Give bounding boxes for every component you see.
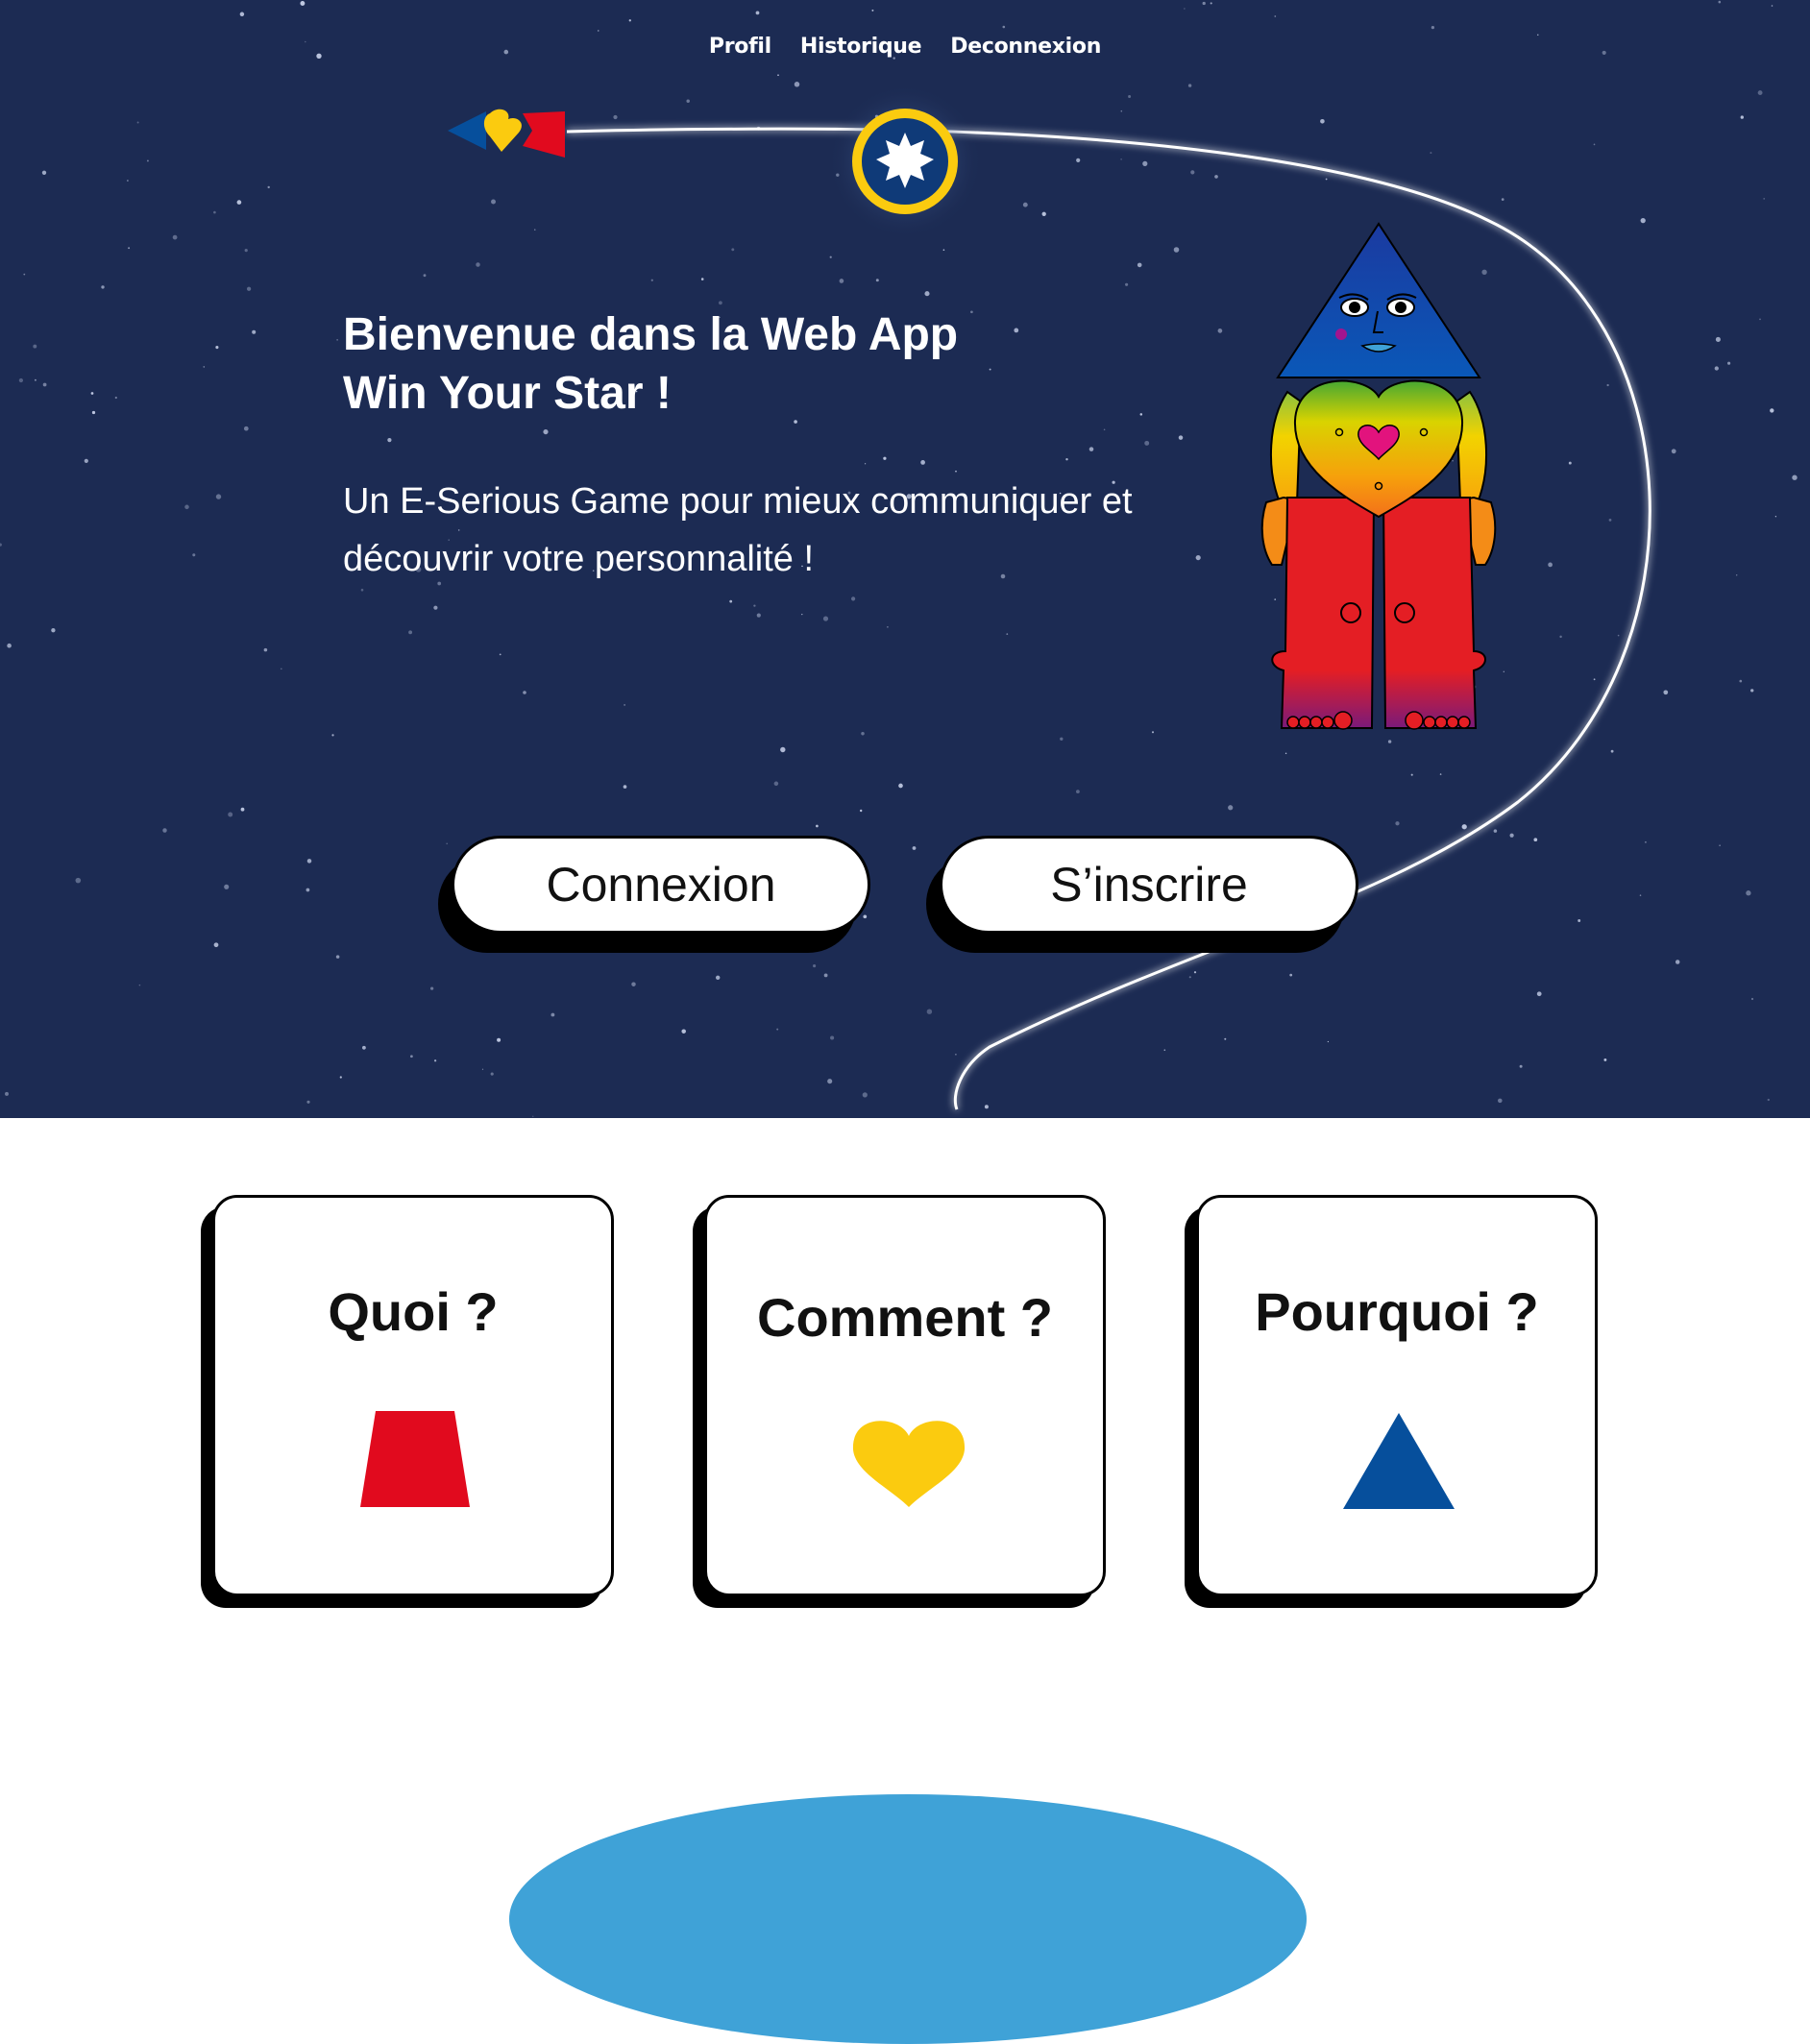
card-pourquoi-title: Pourquoi ?: [1255, 1281, 1539, 1342]
blue-triangle-icon: [1343, 1413, 1455, 1509]
yellow-heart-icon: [852, 1421, 966, 1507]
nav-profil[interactable]: Profil: [709, 35, 771, 59]
hero-title-line1: Bienvenue dans la Web App: [343, 309, 959, 360]
red-trapezoid-icon: [360, 1411, 470, 1507]
hero-subtitle: Un E-Serious Game pour mieux communiquer…: [343, 473, 1208, 588]
nav-historique[interactable]: Historique: [800, 35, 922, 59]
card-quoi-title: Quoi ?: [328, 1281, 499, 1342]
card-comment-title: Comment ?: [757, 1287, 1053, 1348]
mascot-character-illustration: [1260, 222, 1497, 730]
signup-button[interactable]: S’inscrire: [940, 836, 1358, 934]
hero-title: Bienvenue dans la Web App Win Your Star …: [343, 305, 958, 423]
card-quoi[interactable]: Quoi ?: [212, 1195, 614, 1596]
bottom-planet-arc: [509, 1794, 1307, 2044]
star-badge-icon: [828, 85, 982, 236]
hero-subtitle-line2: découvrir votre personnalité !: [343, 539, 815, 579]
card-comment[interactable]: Comment ?: [704, 1195, 1106, 1596]
hero-section: Profil Historique Deconnexion Bienvenue …: [0, 0, 1810, 1118]
hero-subtitle-line1: Un E-Serious Game pour mieux communiquer…: [343, 481, 1133, 522]
nav-deconnexion[interactable]: Deconnexion: [950, 35, 1101, 59]
card-pourquoi[interactable]: Pourquoi ?: [1196, 1195, 1598, 1596]
top-nav: Profil Historique Deconnexion: [0, 35, 1810, 59]
rocket-icon: [448, 109, 565, 158]
hero-title-line2: Win Your Star !: [343, 368, 672, 419]
login-button[interactable]: Connexion: [452, 836, 870, 934]
